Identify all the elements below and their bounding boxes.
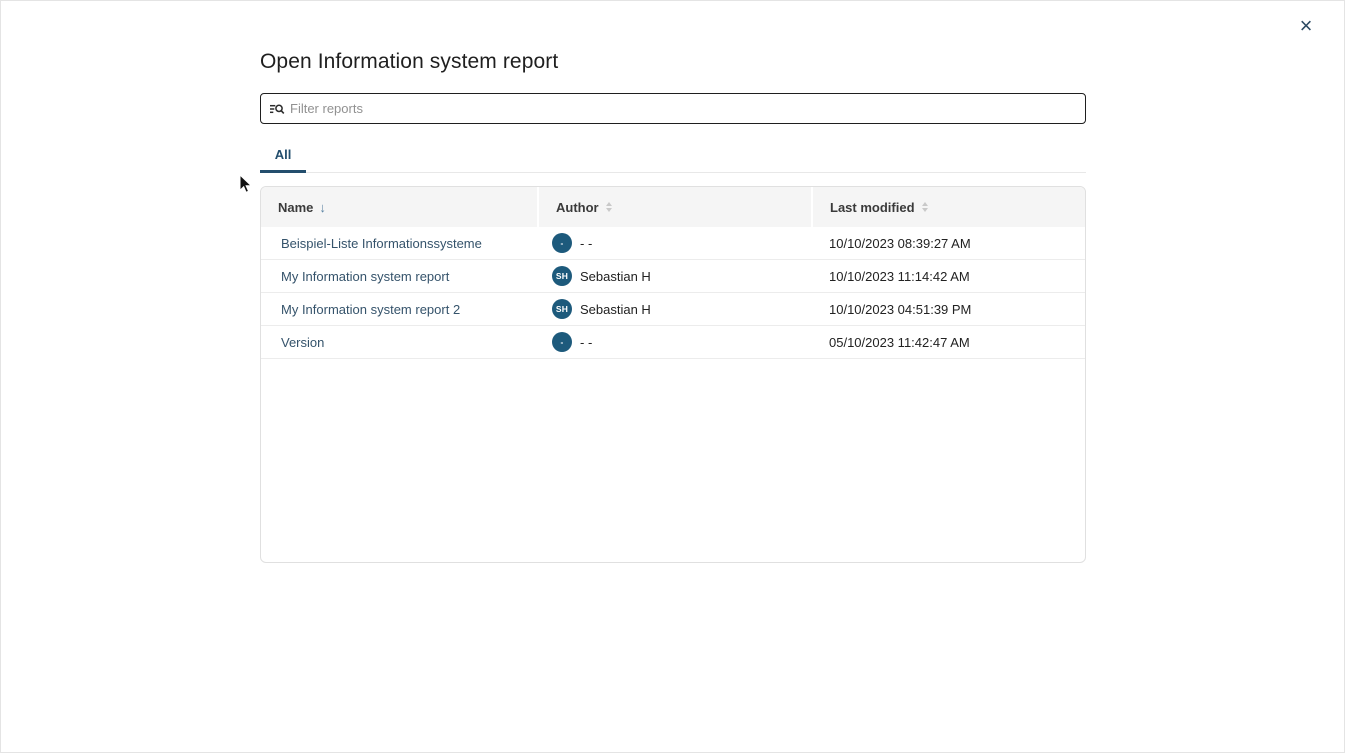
- report-name-link[interactable]: Beispiel-Liste Informationssysteme: [281, 236, 482, 251]
- close-icon[interactable]: ×: [1292, 12, 1320, 40]
- table-row[interactable]: My Information system report SH Sebastia…: [261, 260, 1085, 293]
- author-name: Sebastian H: [580, 269, 651, 284]
- sort-neutral-icon: [606, 202, 612, 212]
- report-name-link[interactable]: My Information system report: [281, 269, 449, 284]
- table-row[interactable]: Version - - - 05/10/2023 11:42:47 AM: [261, 326, 1085, 359]
- report-last-modified-cell: 10/10/2023 08:39:27 AM: [813, 236, 1086, 251]
- tab-bar: All: [260, 139, 1086, 173]
- report-name-cell: Beispiel-Liste Informationssysteme: [261, 236, 537, 251]
- author-avatar: SH: [552, 266, 572, 286]
- report-author-cell: - - -: [539, 332, 811, 352]
- filter-reports-box: [260, 93, 1086, 124]
- column-header-author[interactable]: Author: [539, 187, 811, 227]
- report-last-modified-cell: 05/10/2023 11:42:47 AM: [813, 335, 1086, 350]
- column-header-name-label: Name: [278, 200, 313, 215]
- author-name: - -: [580, 335, 592, 350]
- page-title: Open Information system report: [260, 50, 558, 74]
- report-name-link[interactable]: Version: [281, 335, 324, 350]
- report-last-modified-cell: 10/10/2023 11:14:42 AM: [813, 269, 1086, 284]
- column-header-last-modified-label: Last modified: [830, 200, 915, 215]
- sort-desc-icon: ↓: [319, 200, 326, 215]
- reports-table: Name ↓ Author Last modified Beispiel-Lis…: [260, 186, 1086, 563]
- author-avatar: SH: [552, 299, 572, 319]
- report-name-link[interactable]: My Information system report 2: [281, 302, 460, 317]
- table-row[interactable]: Beispiel-Liste Informationssysteme - - -…: [261, 227, 1085, 260]
- author-name: - -: [580, 236, 592, 251]
- report-dialog: × Open Information system report All Nam…: [0, 0, 1346, 756]
- report-name-cell: My Information system report 2: [261, 302, 537, 317]
- author-avatar: -: [552, 332, 572, 352]
- column-header-name[interactable]: Name ↓: [261, 187, 537, 227]
- report-author-cell: SH Sebastian H: [539, 299, 811, 319]
- table-body: Beispiel-Liste Informationssysteme - - -…: [261, 227, 1085, 359]
- report-name-cell: My Information system report: [261, 269, 537, 284]
- report-last-modified-cell: 10/10/2023 04:51:39 PM: [813, 302, 1086, 317]
- author-name: Sebastian H: [580, 302, 651, 317]
- report-author-cell: SH Sebastian H: [539, 266, 811, 286]
- column-header-author-label: Author: [556, 200, 599, 215]
- report-name-cell: Version: [261, 335, 537, 350]
- sort-neutral-icon: [922, 202, 928, 212]
- filter-reports-input[interactable]: [290, 101, 1077, 116]
- author-avatar: -: [552, 233, 572, 253]
- tab-all[interactable]: All: [260, 139, 306, 173]
- table-row[interactable]: My Information system report 2 SH Sebast…: [261, 293, 1085, 326]
- column-header-last-modified[interactable]: Last modified: [813, 187, 1086, 227]
- mouse-cursor-icon: [238, 174, 253, 200]
- manage-search-icon: [269, 101, 285, 117]
- report-author-cell: - - -: [539, 233, 811, 253]
- table-header-row: Name ↓ Author Last modified: [261, 187, 1085, 227]
